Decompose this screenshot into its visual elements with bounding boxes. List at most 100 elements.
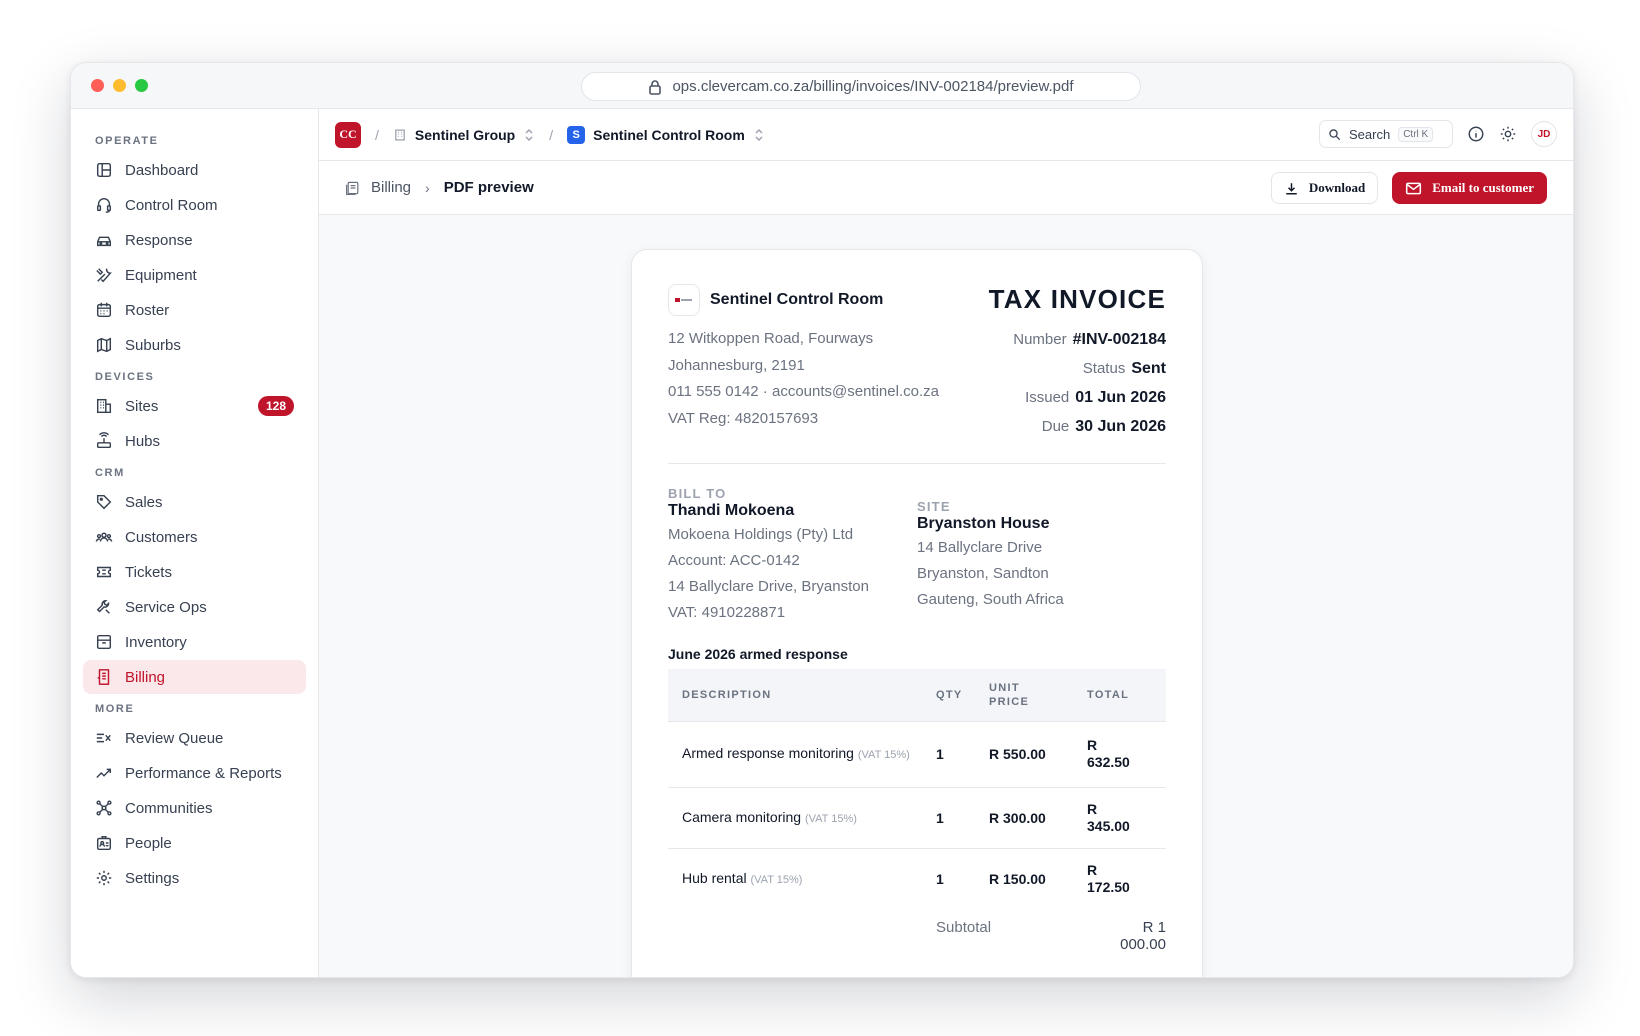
search-label: Search	[1349, 126, 1391, 142]
sidebar-item-roster[interactable]: Roster	[83, 293, 306, 327]
archive-icon	[96, 634, 112, 650]
close-window-button[interactable]	[91, 79, 104, 92]
sidebar: OPERATE Dashboard Control Room Response …	[71, 109, 319, 977]
row-unit-price: R 150.00	[979, 847, 1077, 909]
sidebar-item-service-ops[interactable]: Service Ops	[83, 590, 306, 624]
app-logo[interactable]: CC	[335, 121, 361, 148]
sidebar-item-label: Inventory	[125, 633, 187, 651]
sidebar-item-tickets[interactable]: Tickets	[83, 555, 306, 589]
sidebar-item-suburbs[interactable]: Suburbs	[83, 328, 306, 362]
search-button[interactable]: Search Ctrl K	[1319, 120, 1453, 148]
user-avatar[interactable]: JD	[1531, 121, 1557, 147]
sidebar-item-communities[interactable]: Communities	[83, 791, 306, 825]
wrench-icon	[96, 599, 110, 614]
site-line: Bryanston, Sandton	[917, 565, 1049, 582]
building-icon	[395, 128, 405, 141]
sidebar-item-label: Equipment	[125, 266, 197, 284]
sidebar-item-label: Communities	[125, 799, 213, 817]
row-description: Hub rental (VAT 15%)	[668, 847, 926, 909]
sidebar-item-response[interactable]: Response	[83, 223, 306, 257]
address-bar[interactable]: ops.clevercam.co.za/billing/invoices/INV…	[581, 72, 1141, 101]
table-row: Armed response monitoring (VAT 15%) 1 R …	[668, 720, 1166, 787]
chevron-updown-icon	[755, 128, 763, 141]
workspace-name: Sentinel Control Room	[593, 126, 745, 143]
tools-icon	[96, 268, 112, 283]
row-description: Camera monitoring (VAT 15%)	[668, 786, 926, 848]
invoice-number: Number #INV-002184	[1013, 331, 1166, 348]
company-name: Sentinel Control Room	[710, 291, 884, 308]
info-icon[interactable]	[1467, 125, 1485, 143]
org-switcher[interactable]: Sentinel Group	[393, 127, 535, 143]
dashboard-icon	[96, 162, 112, 178]
sidebar-item-equipment[interactable]: Equipment	[83, 258, 306, 292]
sidebar-item-customers[interactable]: Customers	[83, 520, 306, 554]
column-header-unit-price: UNIT PRICE	[979, 669, 1077, 721]
sidebar-item-label: Review Queue	[125, 729, 224, 747]
sidebar-item-label: People	[125, 834, 172, 852]
table-row: Hub rental (VAT 15%) 1 R 150.00 R 172.50	[668, 847, 1166, 909]
sidebar-item-sites[interactable]: Sites 128	[83, 389, 306, 423]
ticket-icon	[96, 566, 112, 578]
sidebar-item-label: Service Ops	[125, 598, 207, 616]
sidebar-item-label: Hubs	[125, 432, 161, 450]
sidebar-item-control-room[interactable]: Control Room	[83, 188, 306, 222]
sidebar-item-label: Suburbs	[125, 336, 181, 354]
top-navigation: CC / Sentinel Group / S Sentinel Control…	[319, 109, 1573, 161]
sidebar-item-settings[interactable]: Settings	[83, 861, 306, 895]
invoice-issued: Issued 01 Jun 2026	[1025, 389, 1166, 406]
site-name: Bryanston House	[917, 515, 1050, 532]
row-total: R 345.00	[1077, 786, 1166, 848]
theme-toggle-sun-icon[interactable]	[1499, 125, 1517, 143]
sites-count-badge: 128	[257, 396, 294, 416]
bill-to-line: 14 Ballyclare Drive, Bryanston	[668, 578, 869, 595]
sidebar-item-label: Tickets	[125, 563, 172, 581]
sidebar-item-label: Sales	[125, 493, 163, 511]
pdf-preview-canvas[interactable]: Sentinel Control Room 12 Witkoppen Road,…	[319, 215, 1573, 977]
email-label: Email to customer	[1432, 180, 1534, 195]
sidebar-item-performance-reports[interactable]: Performance & Reports	[83, 756, 306, 790]
sidebar-item-inventory[interactable]: Inventory	[83, 625, 306, 659]
section-label-crm: CRM	[95, 467, 125, 479]
sidebar-item-hubs[interactable]: Hubs	[83, 424, 306, 458]
breadcrumb-billing[interactable]: Billing	[345, 179, 411, 196]
sidebar-item-billing[interactable]: Billing	[83, 660, 306, 694]
row-qty: 1	[926, 847, 979, 909]
download-button[interactable]: Download	[1270, 172, 1379, 204]
workspace-logo: S	[567, 125, 586, 144]
car-icon	[96, 236, 112, 247]
column-header-qty: QTY	[926, 669, 979, 721]
router-icon	[96, 432, 112, 449]
row-description: Armed response monitoring (VAT 15%)	[668, 720, 926, 787]
sidebar-item-people[interactable]: People	[83, 826, 306, 860]
address-line: 12 Witkoppen Road, Fourways	[668, 330, 874, 347]
browser-window: ops.clevercam.co.za/billing/invoices/INV…	[70, 62, 1574, 978]
network-icon	[96, 800, 112, 816]
sidebar-item-label: Sites	[125, 397, 159, 415]
site-line: Gauteng, South Africa	[917, 591, 1064, 608]
row-qty: 1	[926, 720, 979, 787]
sidebar-item-label: Performance & Reports	[125, 764, 282, 782]
crumb-separator: /	[375, 126, 379, 143]
mail-icon	[1406, 182, 1422, 194]
sidebar-item-dashboard[interactable]: Dashboard	[83, 153, 306, 187]
breadcrumb-label: Billing	[371, 179, 412, 196]
sidebar-item-sales[interactable]: Sales	[83, 485, 306, 519]
chevron-right-icon: ›	[425, 179, 430, 196]
minimize-window-button[interactable]	[113, 79, 126, 92]
table-row: Camera monitoring (VAT 15%) 1 R 300.00 R…	[668, 786, 1166, 848]
workspace-switcher[interactable]: S Sentinel Control Room	[567, 125, 765, 144]
line-items-title: June 2026 armed response	[668, 646, 848, 662]
email-to-customer-button[interactable]: Email to customer	[1392, 172, 1547, 204]
bill-to-line: Account: ACC-0142	[668, 552, 800, 569]
invoice-status: Status Sent	[1082, 360, 1166, 377]
review-queue-icon	[96, 733, 111, 743]
sidebar-item-review-queue[interactable]: Review Queue	[83, 721, 306, 755]
users-icon	[95, 532, 113, 542]
maximize-window-button[interactable]	[135, 79, 148, 92]
id-card-icon	[96, 835, 112, 851]
site-line: 14 Ballyclare Drive	[917, 539, 1043, 556]
sidebar-item-label: Dashboard	[125, 161, 199, 179]
site-label: SITE	[917, 499, 951, 514]
crumb-separator: /	[549, 126, 554, 143]
browser-titlebar: ops.clevercam.co.za/billing/invoices/INV…	[71, 63, 1573, 109]
